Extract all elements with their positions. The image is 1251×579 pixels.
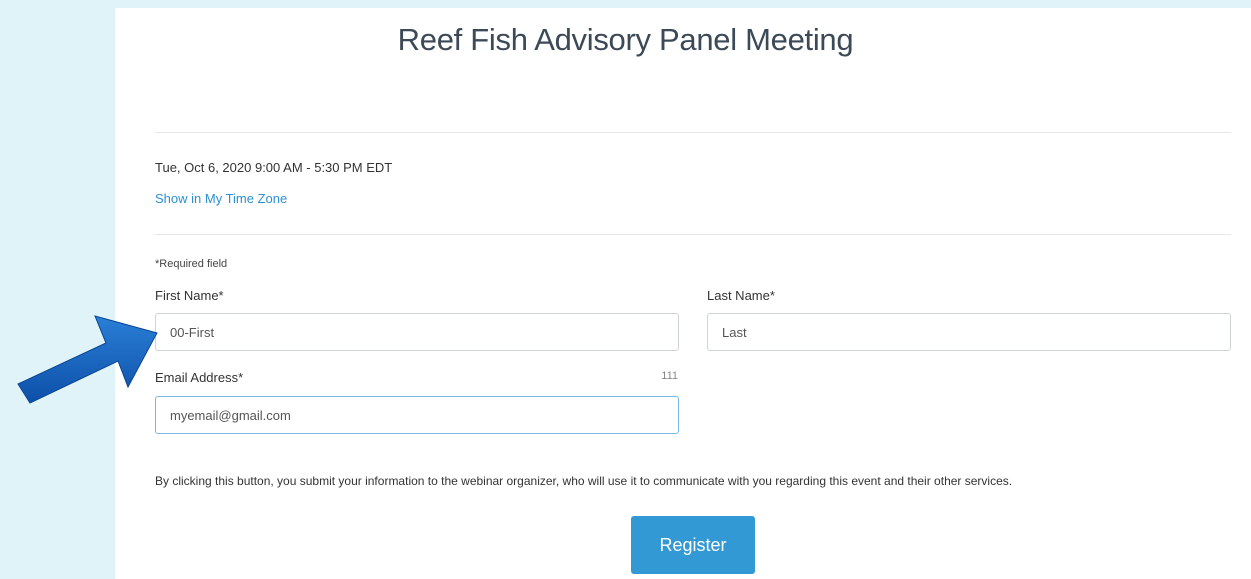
email-address-label: Email Address* [155,370,244,385]
email-character-counter: 111 [661,370,678,382]
arrow-right-icon [17,315,158,404]
email-address-input[interactable] [155,396,679,434]
first-name-input[interactable] [155,313,679,351]
page-title: Reef Fish Advisory Panel Meeting [397,22,854,57]
last-name-input[interactable] [707,313,1231,351]
consent-notice: By clicking this button, you submit your… [155,474,1013,488]
required-field-note: *Required field [155,258,228,270]
event-datetime: Tue, Oct 6, 2020 9:00 AM - 5:30 PM EDT [155,160,393,175]
first-name-label: First Name* [155,288,224,303]
registration-card [115,8,1251,579]
last-name-label: Last Name* [707,288,775,303]
show-in-my-time-zone-link[interactable]: Show in My Time Zone [155,191,287,206]
register-button[interactable]: Register [631,516,755,574]
divider [155,132,1231,133]
divider [155,234,1231,235]
